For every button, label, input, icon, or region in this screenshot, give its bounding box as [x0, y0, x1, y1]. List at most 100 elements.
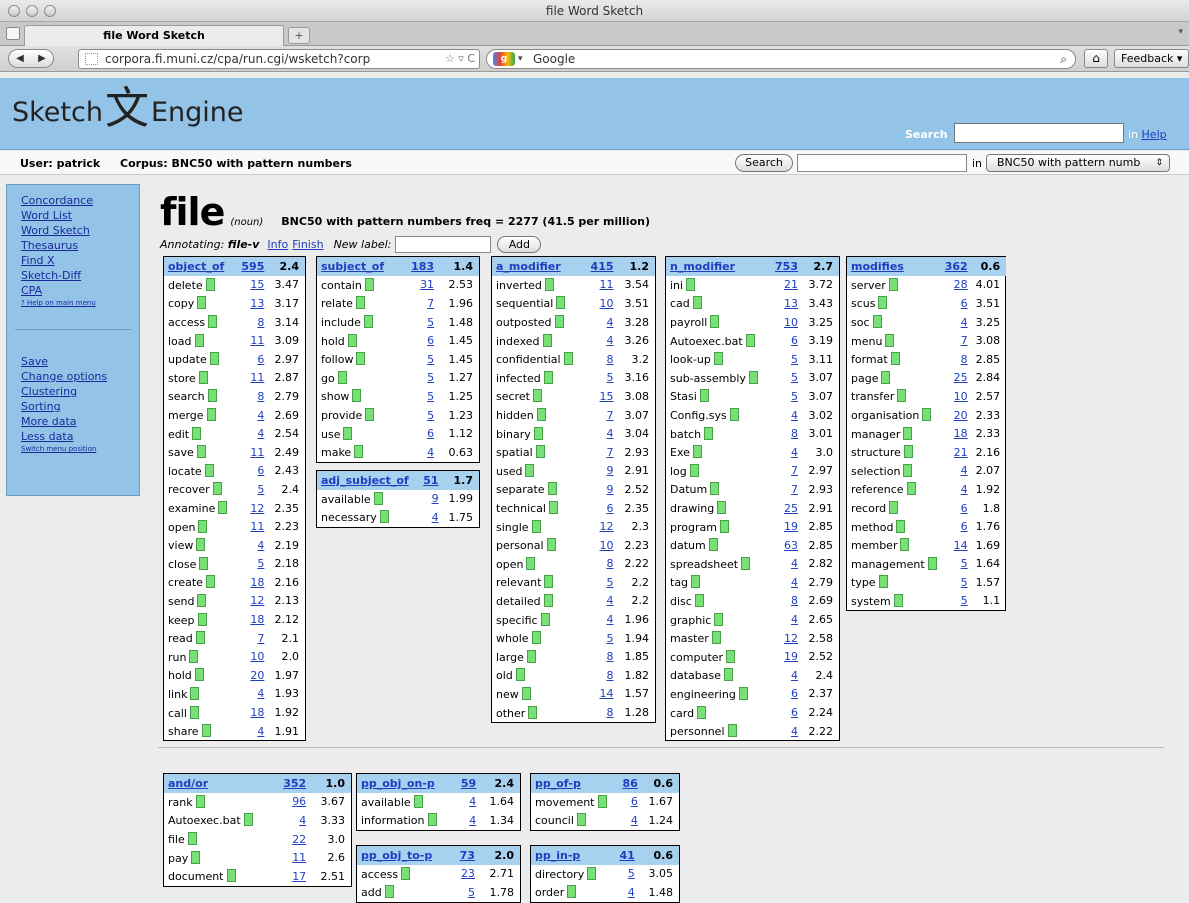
- collocate-freq-link[interactable]: 4: [257, 687, 264, 700]
- annotate-green-box[interactable]: [206, 408, 216, 422]
- collocate-freq-link[interactable]: 20: [250, 669, 264, 682]
- collocate-freq-link[interactable]: 5: [257, 483, 264, 496]
- annotate-green-box[interactable]: [195, 631, 205, 645]
- tab-overview-icon[interactable]: [6, 27, 20, 40]
- collocate-freq-link[interactable]: 18: [954, 427, 968, 440]
- collocate-freq-link[interactable]: 4: [257, 539, 264, 552]
- gramrel-name-link[interactable]: pp_obj_on-p: [361, 777, 435, 790]
- annotate-green-box[interactable]: [243, 813, 253, 827]
- collocate-freq-link[interactable]: 21: [954, 446, 968, 459]
- annotate-green-box[interactable]: [355, 296, 365, 310]
- collocate-freq-link[interactable]: 4: [791, 446, 798, 459]
- annotate-green-box[interactable]: [597, 794, 607, 808]
- collocate-freq-link[interactable]: 21: [784, 278, 798, 291]
- collocate-freq-link[interactable]: 7: [791, 483, 798, 496]
- annotate-green-box[interactable]: [888, 277, 898, 291]
- annotate-green-box[interactable]: [717, 501, 727, 515]
- add-label-button[interactable]: Add: [497, 236, 542, 253]
- collocate-freq-link[interactable]: 23: [461, 867, 475, 880]
- gramrel-count-link[interactable]: 362: [945, 260, 968, 273]
- search-icon[interactable]: ⌕: [1060, 50, 1067, 68]
- collocate-freq-link[interactable]: 4: [791, 576, 798, 589]
- sidebar-item-word-list[interactable]: Word List: [21, 208, 139, 223]
- google-icon[interactable]: g: [493, 52, 515, 66]
- back-forward-buttons[interactable]: ◀ ▶: [8, 49, 54, 68]
- annotate-green-box[interactable]: [694, 593, 704, 607]
- gramrel-name-link[interactable]: pp_in-p: [535, 849, 580, 862]
- collocate-freq-link[interactable]: 4: [257, 409, 264, 422]
- annotate-green-box[interactable]: [379, 510, 389, 524]
- annotate-green-box[interactable]: [878, 296, 888, 310]
- sidebar-item-sorting[interactable]: Sorting: [21, 399, 139, 414]
- collocate-freq-link[interactable]: 8: [961, 353, 968, 366]
- collocate-freq-link[interactable]: 18: [250, 613, 264, 626]
- sidebar-item-change-options[interactable]: Change options: [21, 369, 139, 384]
- annotate-green-box[interactable]: [528, 705, 538, 719]
- collocate-freq-link[interactable]: 5: [791, 353, 798, 366]
- corpus-search-input[interactable]: [797, 154, 967, 172]
- collocate-freq-link[interactable]: 13: [784, 297, 798, 310]
- collocate-freq-link[interactable]: 4: [631, 814, 638, 827]
- collocate-freq-link[interactable]: 5: [961, 576, 968, 589]
- collocate-freq-link[interactable]: 5: [961, 594, 968, 607]
- collocate-freq-link[interactable]: 5: [607, 632, 614, 645]
- collocate-freq-link[interactable]: 4: [469, 814, 476, 827]
- annotate-green-box[interactable]: [343, 426, 353, 440]
- annotate-green-box[interactable]: [226, 869, 236, 883]
- annotate-green-box[interactable]: [427, 813, 437, 827]
- collocate-freq-link[interactable]: 5: [427, 353, 434, 366]
- gramrel-name-link[interactable]: and/or: [168, 777, 208, 790]
- annotate-green-box[interactable]: [363, 315, 373, 329]
- finish-link[interactable]: Finish: [292, 238, 323, 251]
- help-link[interactable]: Help: [1142, 128, 1167, 141]
- collocate-freq-link[interactable]: 4: [469, 795, 476, 808]
- annotate-green-box[interactable]: [194, 333, 204, 347]
- annotate-green-box[interactable]: [352, 389, 362, 403]
- annotate-green-box[interactable]: [533, 426, 543, 440]
- annotate-green-box[interactable]: [364, 277, 374, 291]
- annotate-green-box[interactable]: [199, 556, 209, 570]
- annotate-green-box[interactable]: [365, 408, 375, 422]
- annotate-green-box[interactable]: [893, 593, 903, 607]
- collocate-freq-link[interactable]: 6: [607, 502, 614, 515]
- gramrel-count-link[interactable]: 51: [423, 474, 438, 487]
- collocate-freq-link[interactable]: 11: [600, 278, 614, 291]
- collocate-freq-link[interactable]: 12: [600, 520, 614, 533]
- collocate-freq-link[interactable]: 11: [250, 446, 264, 459]
- collocate-freq-link[interactable]: 4: [791, 669, 798, 682]
- collocate-freq-link[interactable]: 6: [961, 297, 968, 310]
- annotate-green-box[interactable]: [710, 482, 720, 496]
- corpus-search-button[interactable]: Search: [735, 154, 793, 172]
- annotate-green-box[interactable]: [218, 501, 228, 515]
- annotate-green-box[interactable]: [713, 352, 723, 366]
- annotate-green-box[interactable]: [532, 389, 542, 403]
- collocate-freq-link[interactable]: 6: [961, 502, 968, 515]
- collocate-freq-link[interactable]: 12: [784, 632, 798, 645]
- gramrel-name-link[interactable]: subject_of: [321, 260, 384, 273]
- collocate-freq-link[interactable]: 19: [784, 520, 798, 533]
- collocate-freq-link[interactable]: 4: [791, 613, 798, 626]
- annotate-green-box[interactable]: [587, 866, 597, 880]
- collocate-freq-link[interactable]: 25: [954, 371, 968, 384]
- annotate-green-box[interactable]: [547, 482, 557, 496]
- annotate-green-box[interactable]: [548, 501, 558, 515]
- annotate-green-box[interactable]: [535, 445, 545, 459]
- annotate-green-box[interactable]: [878, 575, 888, 589]
- collocate-freq-link[interactable]: 8: [607, 669, 614, 682]
- annotate-green-box[interactable]: [544, 277, 554, 291]
- new-label-input[interactable]: [395, 236, 492, 253]
- collocate-freq-link[interactable]: 12: [250, 502, 264, 515]
- corpus-select[interactable]: BNC50 with pattern numb ⇕: [986, 154, 1170, 172]
- collocate-freq-link[interactable]: 4: [628, 886, 635, 899]
- annotate-green-box[interactable]: [903, 445, 913, 459]
- search-engine-dropdown-icon[interactable]: ▾: [518, 50, 523, 68]
- collocate-freq-link[interactable]: 9: [607, 483, 614, 496]
- sidebar-item-cpa[interactable]: CPA: [21, 283, 139, 298]
- annotate-green-box[interactable]: [724, 668, 733, 682]
- collocate-freq-link[interactable]: 4: [432, 511, 439, 524]
- collocate-freq-link[interactable]: 10: [600, 297, 614, 310]
- collocate-freq-link[interactable]: 10: [600, 539, 614, 552]
- collocate-freq-link[interactable]: 18: [250, 576, 264, 589]
- collocate-freq-link[interactable]: 5: [257, 557, 264, 570]
- gramrel-count-link[interactable]: 86: [623, 777, 638, 790]
